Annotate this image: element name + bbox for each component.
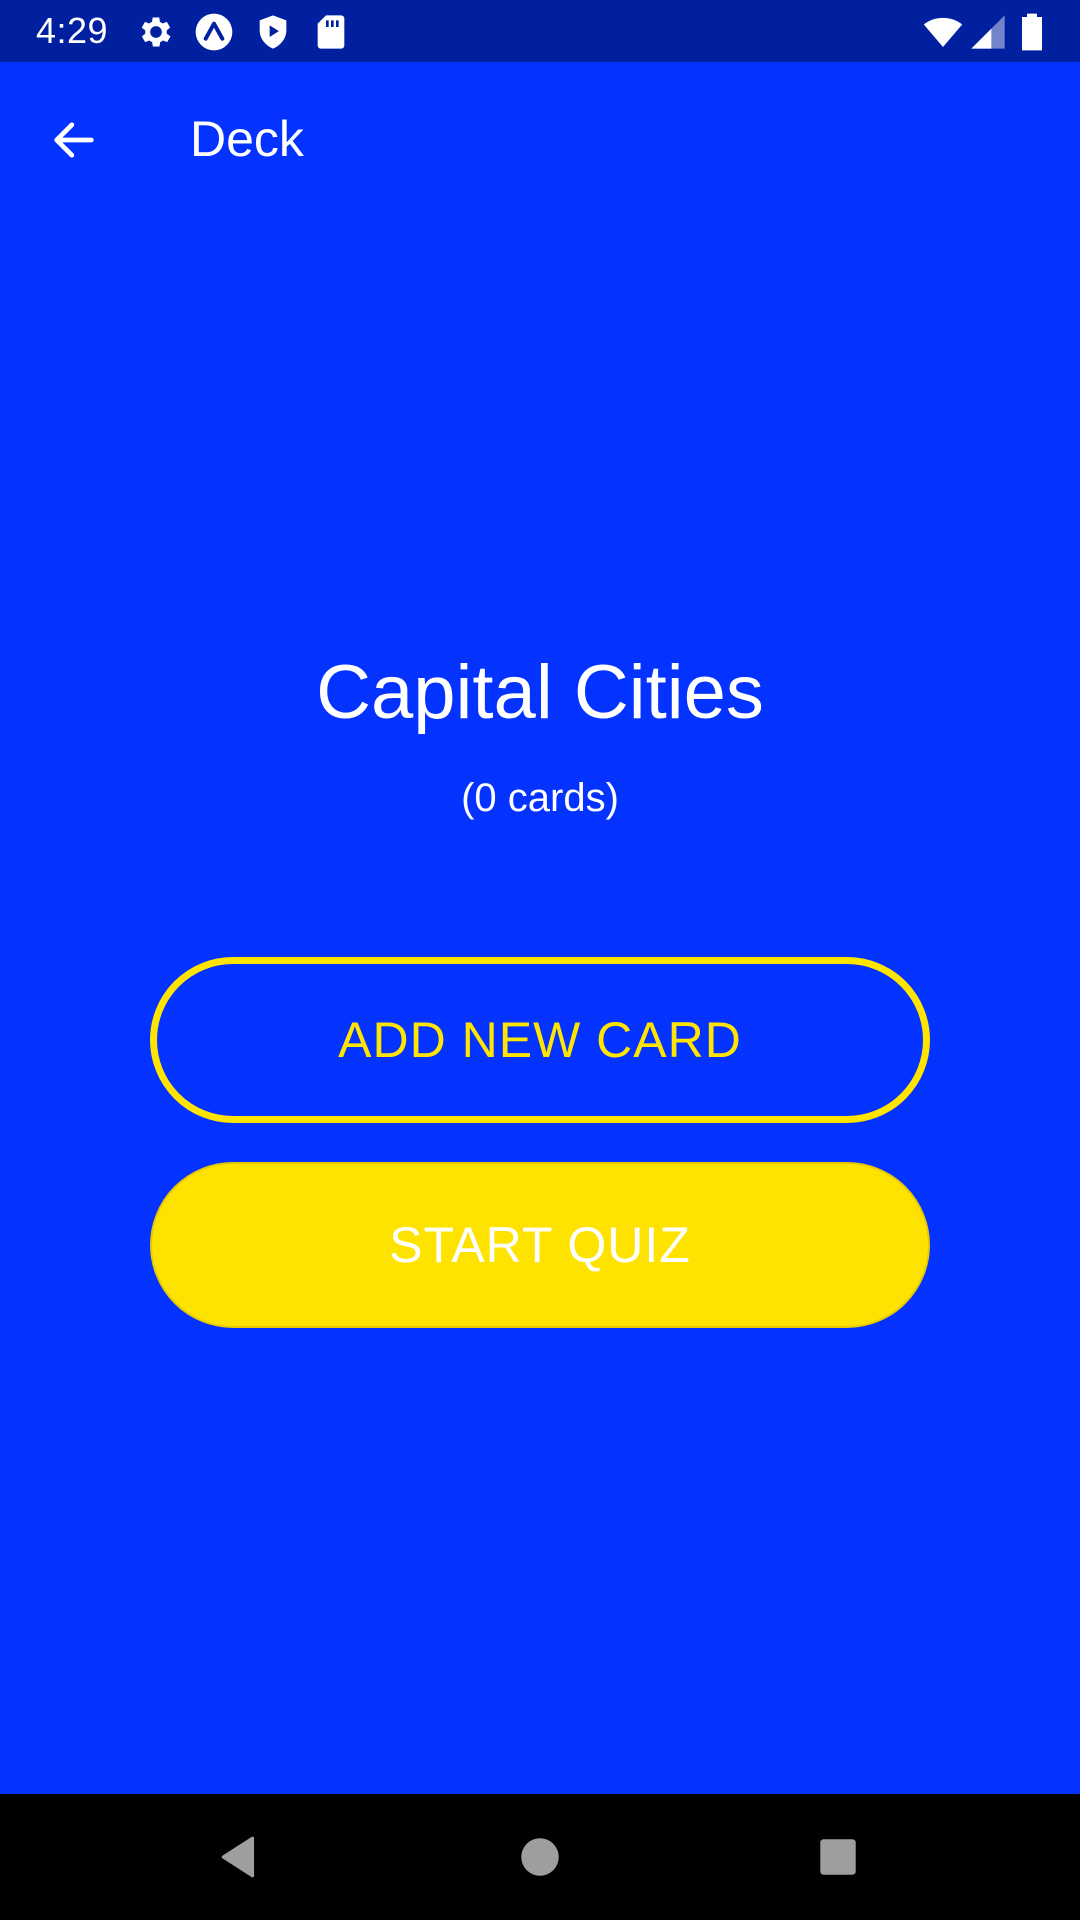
start-quiz-button[interactable]: START QUIZ [150,1162,930,1328]
recents-square-icon [820,1839,856,1875]
deck-card-count: (0 cards) [461,776,619,820]
back-triangle-icon [221,1836,255,1878]
nav-recents-button[interactable] [808,1827,868,1887]
home-circle-icon [521,1838,559,1876]
sd-card-icon [311,12,351,52]
add-new-card-label: ADD NEW CARD [338,1012,742,1068]
cell-signal-icon [968,12,1008,52]
screen: 4:29 Deck Capital Cities (0 cards) ADD N… [0,0,1080,1920]
gear-icon [136,12,176,52]
shield-play-icon [253,12,293,52]
add-new-card-button[interactable]: ADD NEW CARD [150,957,930,1123]
wifi-icon [920,12,966,52]
app-title: Deck [190,111,304,167]
arrow-left-icon [54,122,94,158]
back-button[interactable] [36,102,112,178]
app-bar: Deck [0,62,1080,212]
deck-title: Capital Cities [316,650,764,735]
status-time: 4:29 [36,10,109,51]
expo-icon [194,12,234,52]
nav-home-button[interactable] [510,1827,570,1887]
status-bar: 4:29 [0,0,1080,62]
battery-icon [1012,12,1052,52]
start-quiz-label: START QUIZ [389,1217,691,1273]
nav-back-button[interactable] [210,1827,270,1887]
navigation-bar [0,1794,1080,1920]
